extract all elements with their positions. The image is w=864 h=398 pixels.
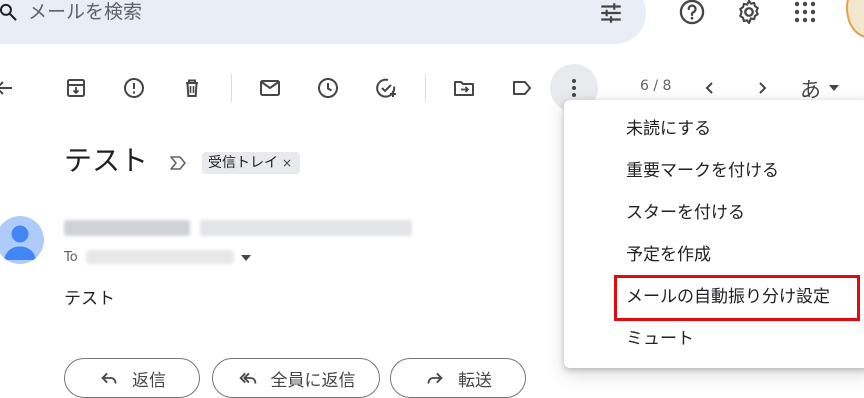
- reply-all-button[interactable]: 全員に返信: [212, 358, 380, 398]
- add-task-icon[interactable]: [374, 76, 398, 100]
- settings-icon[interactable]: [735, 0, 763, 26]
- delete-icon[interactable]: [180, 76, 204, 100]
- mark-unread-icon[interactable]: [258, 76, 282, 100]
- apps-icon[interactable]: [793, 0, 817, 24]
- reply-all-icon: [237, 367, 259, 389]
- menu-item-add-star[interactable]: スターを付ける: [564, 192, 864, 234]
- highlight-box: [614, 275, 860, 321]
- search-input[interactable]: メールを検索: [28, 0, 142, 24]
- tune-icon[interactable]: [598, 0, 624, 26]
- recipient-label: To: [64, 250, 78, 265]
- account-avatar[interactable]: [846, 0, 864, 38]
- more-options-menu: 未読にする 重要マークを付ける スターを付ける 予定を作成 メールの自動振り分け…: [564, 100, 864, 368]
- forward-label: 転送: [458, 370, 492, 391]
- reply-icon: [98, 367, 120, 389]
- reply-label: 返信: [132, 370, 166, 391]
- archive-icon[interactable]: [64, 76, 88, 100]
- sender-name-redacted: [64, 220, 190, 236]
- chevron-right-icon[interactable]: [750, 76, 774, 100]
- email-subject: テスト: [64, 144, 149, 177]
- label-icon[interactable]: [510, 76, 534, 100]
- toolbar-divider: [425, 74, 426, 102]
- email-body: テスト: [64, 289, 115, 309]
- help-icon[interactable]: [678, 0, 706, 26]
- reply-all-label: 全員に返信: [270, 370, 356, 391]
- recipient-redacted: [86, 250, 234, 264]
- label-remove-icon[interactable]: ×: [282, 156, 292, 170]
- pager-count: 6 / 8: [640, 78, 672, 94]
- sender-email-redacted: [200, 220, 412, 236]
- snooze-icon[interactable]: [316, 76, 340, 100]
- forward-icon: [424, 367, 446, 389]
- reply-button[interactable]: 返信: [64, 358, 200, 398]
- show-details-chevron-icon[interactable]: [241, 255, 251, 261]
- menu-item-create-event[interactable]: 予定を作成: [564, 234, 864, 276]
- chevron-left-icon[interactable]: [698, 76, 722, 100]
- label-chip-text: 受信トレイ: [208, 155, 278, 171]
- label-chip-inbox[interactable]: 受信トレイ ×: [202, 152, 301, 174]
- toolbar-divider: [231, 74, 232, 102]
- report-spam-icon[interactable]: [122, 76, 146, 100]
- chevron-down-icon[interactable]: [829, 85, 839, 91]
- menu-item-mute[interactable]: ミュート: [564, 318, 864, 360]
- sender-avatar[interactable]: [0, 216, 44, 264]
- move-to-icon[interactable]: [452, 76, 476, 100]
- menu-item-mark-unread[interactable]: 未読にする: [564, 108, 864, 150]
- more-icon[interactable]: [562, 76, 586, 100]
- search-icon[interactable]: [0, 2, 18, 22]
- back-icon[interactable]: [0, 76, 16, 100]
- forward-button[interactable]: 転送: [390, 358, 526, 398]
- menu-item-mark-important[interactable]: 重要マークを付ける: [564, 150, 864, 192]
- importance-marker-icon[interactable]: [168, 154, 188, 172]
